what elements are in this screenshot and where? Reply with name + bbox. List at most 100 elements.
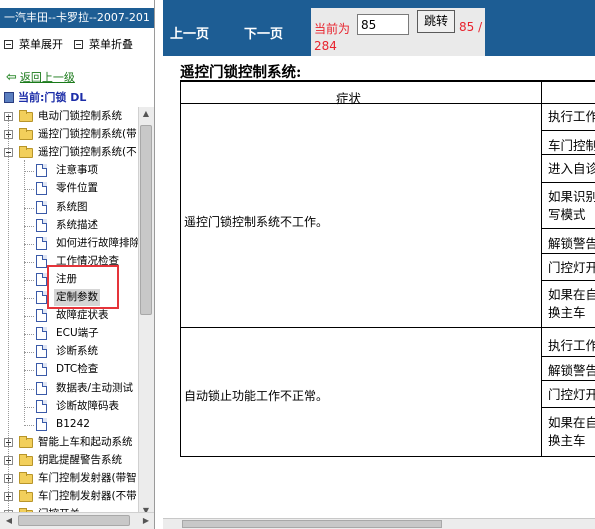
current-location: 当前:门锁 DL — [4, 90, 86, 106]
tree-doc-item[interactable]: B1242 — [0, 416, 138, 433]
tree-item-label: 如何进行故障排除 — [56, 237, 140, 249]
back-arrow-icon: ⇦ — [6, 70, 17, 85]
tree-connector — [24, 334, 34, 335]
folder-icon — [19, 146, 33, 158]
expand-all-button[interactable]: 菜单展开 — [4, 37, 63, 53]
tree-doc-item[interactable]: 注意事项 — [0, 162, 138, 179]
tree-folder-item[interactable]: 智能上车和起动系统 — [0, 434, 138, 451]
tree-connector — [24, 316, 34, 317]
folder-icon — [19, 110, 33, 122]
table-header-divider — [180, 103, 595, 104]
table-cell: 换主车 — [548, 305, 586, 320]
table-cell: 写模式 — [548, 207, 586, 222]
tree-item-label: 故障症状表 — [56, 309, 109, 321]
collapse-all-label: 菜单折叠 — [89, 38, 133, 51]
tree-connector — [24, 370, 34, 371]
expand-all-label: 菜单展开 — [19, 38, 63, 51]
tree-item-label: 车门控制发射器(带智 — [38, 472, 137, 484]
document-title: 遥控门锁控制系统: — [180, 64, 302, 81]
menu-collapse-icon — [74, 40, 83, 49]
next-page-button[interactable]: 下一页 — [244, 23, 283, 42]
tree-folder-item[interactable]: 遥控门锁控制系统(带 — [0, 126, 138, 143]
table-cell: 进入自诊 — [548, 161, 595, 176]
document-icon — [36, 182, 47, 195]
symptom-2: 自动锁止功能工作不正常。 — [184, 389, 329, 403]
tree-folder-item[interactable]: 车门控制发射器(带智 — [0, 470, 138, 487]
tree-connector — [24, 171, 34, 172]
folder-icon — [19, 128, 33, 140]
tree-branch-line — [24, 160, 25, 422]
document-icon — [36, 219, 47, 232]
tree-doc-item[interactable]: 系统描述 — [0, 217, 138, 234]
scroll-left-icon[interactable]: ◀ — [2, 516, 16, 525]
table-cell-divider — [541, 280, 595, 281]
tree-doc-item[interactable]: 系统图 — [0, 199, 138, 216]
tree-folder-item[interactable]: 车门控制发射器(不带 — [0, 488, 138, 505]
document-icon — [36, 400, 47, 413]
tree-connector — [24, 389, 34, 390]
tree-item-label: 零件位置 — [56, 182, 98, 194]
tree-folder-item[interactable]: 电动门锁控制系统 — [0, 108, 138, 125]
table-cell: 执行工作 — [548, 109, 595, 124]
tree-doc-item[interactable]: ECU端子 — [0, 325, 138, 342]
document-icon — [36, 273, 47, 286]
scroll-right-icon[interactable]: ▶ — [139, 516, 153, 525]
table-bottom-border — [180, 456, 595, 457]
document-icon — [36, 291, 47, 304]
page-number-input[interactable] — [357, 14, 409, 35]
tree-item-label: 钥匙提醒警告系统 — [38, 454, 122, 466]
tree-doc-item[interactable]: 诊断系统 — [0, 343, 138, 360]
table-cell: 门控灯开 — [548, 260, 595, 275]
symptom-column-header: 症状 — [336, 91, 362, 106]
table-top-border — [180, 80, 595, 82]
back-link[interactable]: ⇦ 返回上一级 — [6, 70, 75, 86]
tree-horizontal-scroll-thumb[interactable] — [18, 515, 130, 526]
tree-connector — [24, 244, 34, 245]
tree-doc-item[interactable]: 诊断故障码表 — [0, 398, 138, 415]
tree-trunk-line — [8, 114, 9, 512]
tree-item-label: 诊断故障码表 — [56, 400, 119, 412]
tree-connector — [24, 262, 34, 263]
scroll-up-icon[interactable]: ▲ — [139, 109, 153, 118]
jump-button[interactable]: 跳转 — [417, 10, 455, 33]
computer-icon — [4, 92, 14, 103]
folder-icon — [19, 490, 33, 502]
document-icon — [36, 418, 47, 431]
left-pane-title: 一汽丰田--卡罗拉--2007-201 — [0, 8, 154, 28]
collapse-all-button[interactable]: 菜单折叠 — [74, 37, 133, 53]
tree-connector — [24, 298, 34, 299]
tree-doc-item[interactable]: 如何进行故障排除 — [0, 235, 140, 252]
document-icon — [36, 363, 47, 376]
tree-connector — [24, 407, 34, 408]
table-cell: 如果在自 — [548, 415, 595, 430]
tree-item-label: 遥控门锁控制系统(不 — [38, 146, 137, 158]
tree-doc-item[interactable]: 故障症状表 — [0, 307, 138, 324]
tree-connector — [24, 280, 34, 281]
menu-expand-icon — [4, 40, 13, 49]
tree-vertical-scroll-thumb[interactable] — [140, 125, 152, 315]
current-page-label: 当前为 — [314, 22, 351, 36]
table-cell: 车门控制 — [548, 138, 595, 153]
page-count-current: 85 / — [459, 20, 483, 34]
tree-item-label: 电动门锁控制系统 — [38, 110, 122, 122]
table-row-divider — [180, 327, 595, 328]
document-horizontal-scroll-thumb[interactable] — [182, 520, 442, 528]
folder-icon — [19, 436, 33, 448]
tree-item-label: 系统描述 — [56, 219, 98, 231]
tree-item-label: 数据表/主动测试 — [56, 382, 134, 394]
document-viewer — [163, 56, 595, 529]
folder-icon — [19, 454, 33, 466]
table-cell: 门控灯开 — [548, 387, 595, 402]
document-icon — [36, 327, 47, 340]
tree-doc-item[interactable]: 数据表/主动测试 — [0, 380, 138, 397]
tree-doc-item[interactable]: 零件位置 — [0, 180, 138, 197]
tree-folder-item[interactable]: 遥控门锁控制系统(不 — [0, 144, 138, 161]
prev-page-button[interactable]: 上一页 — [170, 23, 209, 42]
tree-connector — [24, 425, 34, 426]
tree-doc-item[interactable]: DTC检查 — [0, 361, 138, 378]
tree-item-label: 遥控门锁控制系统(带 — [38, 128, 137, 140]
tree-folder-item[interactable]: 钥匙提醒警告系统 — [0, 452, 138, 469]
tree-item-label: 智能上车和起动系统 — [38, 436, 133, 448]
table-cell-divider — [541, 228, 595, 229]
tree-item-label: 系统图 — [56, 201, 88, 213]
